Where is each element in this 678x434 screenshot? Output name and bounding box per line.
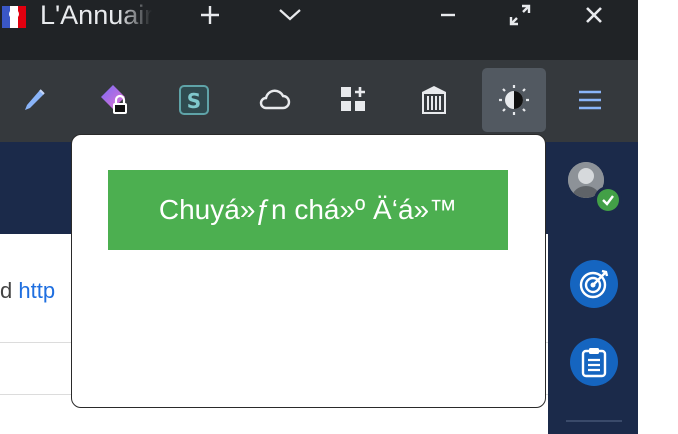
menu-button[interactable] (558, 68, 622, 132)
plus-icon (201, 6, 219, 24)
stylus-s-icon: S (179, 85, 209, 115)
cloud-icon (259, 89, 291, 110)
page-link[interactable]: http (18, 278, 55, 303)
toolbar-extension-pen[interactable] (2, 68, 66, 132)
hamburger-menu-icon (579, 90, 601, 110)
toolbar-extension-cloud[interactable] (242, 68, 306, 132)
new-tab-button[interactable] (190, 0, 230, 30)
apps-add-icon (341, 87, 365, 111)
toggle-mode-button[interactable]: Chuyá»ƒn chá»º Ä‘á»™ (108, 170, 508, 250)
tab-list-button[interactable] (270, 0, 310, 30)
title-bar: L'Annuaire (0, 0, 638, 60)
toolbar-extension-apps[interactable] (322, 68, 386, 132)
close-button[interactable] (574, 0, 614, 30)
check-badge-icon (594, 186, 622, 214)
target-icon[interactable] (570, 260, 618, 308)
minimize-icon (441, 13, 455, 17)
dark-mode-icon (499, 85, 529, 115)
chevron-down-icon (279, 9, 301, 21)
lock-extension-icon (101, 85, 127, 114)
svg-text:S: S (187, 89, 201, 113)
restore-icon (509, 4, 531, 26)
toolbar-extension-lock[interactable] (82, 68, 146, 132)
toolbar-extension-dark-mode[interactable] (482, 68, 546, 132)
browser-toolbar: S (0, 60, 638, 142)
marianne-favicon-icon (0, 2, 26, 30)
minimize-button[interactable] (428, 0, 468, 30)
restore-button[interactable] (500, 0, 540, 30)
page-text-prefix: d (0, 278, 19, 303)
clipboard-icon[interactable] (570, 338, 618, 386)
close-icon (586, 7, 602, 23)
page-text-line: d http (0, 276, 55, 306)
archive-icon (422, 86, 446, 114)
toolbar-extension-archive[interactable] (402, 68, 466, 132)
sidebar-divider (566, 420, 622, 422)
toolbar-extension-stylus[interactable]: S (162, 68, 226, 132)
pen-icon (25, 89, 45, 110)
tab-title[interactable]: L'Annuaire (40, 0, 152, 30)
